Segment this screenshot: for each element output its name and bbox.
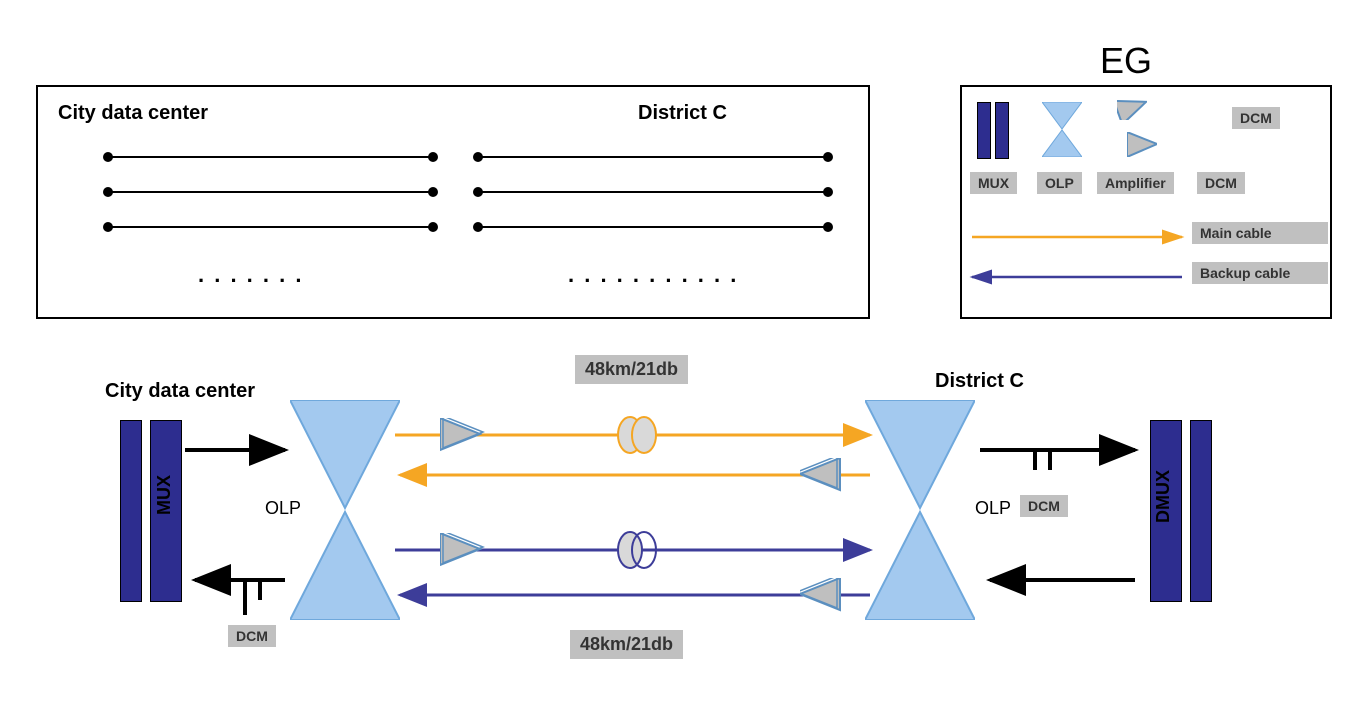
- diagram-right-label: District C: [935, 370, 1024, 393]
- olp-left-label: OLP: [265, 498, 301, 519]
- dcm-right-label: DCM: [1020, 495, 1068, 517]
- legend-amp-label: Amplifier: [1097, 172, 1174, 194]
- legend-mux-icon2: [995, 102, 1009, 159]
- diagram-left-label: City data center: [105, 380, 255, 403]
- top-box-lines: [38, 87, 868, 317]
- olp-left-icon: [290, 400, 400, 620]
- amp-main-right: [800, 458, 845, 493]
- legend-mux-icon: [977, 102, 991, 159]
- legend-dcm-top: DCM: [1232, 107, 1280, 129]
- legend-amp-icon2: [1127, 132, 1157, 157]
- amp-backup-right: [800, 578, 845, 613]
- arrow-olp-to-dmux-top: [975, 430, 1150, 470]
- top-box-right-dots: . . . . . . . . . . .: [568, 262, 738, 288]
- legend-olp-icon: [1042, 102, 1082, 157]
- legend-olp-label: OLP: [1037, 172, 1082, 194]
- legend-title: EG: [1100, 40, 1152, 82]
- dist-top-label: 48km/21db: [575, 355, 688, 384]
- amp-main-left: [440, 418, 485, 453]
- dmux-rect-right-outer: [1190, 420, 1212, 602]
- olp-right-label: OLP: [975, 498, 1011, 519]
- legend-backup-cable-label: Backup cable: [1192, 262, 1328, 284]
- legend-box: DCM MUX OLP Amplifier DCM Main cable Bac…: [960, 85, 1332, 319]
- legend-amp-icon1: [1117, 95, 1147, 120]
- dmux-label: DMUX: [1153, 470, 1174, 523]
- dist-bottom-label: 48km/21db: [570, 630, 683, 659]
- legend-dcm-bottom: DCM: [1197, 172, 1245, 194]
- mux-rect-left-outer: [120, 420, 142, 602]
- top-schematic-box: City data center District C . . . . . . …: [36, 85, 870, 319]
- top-box-left-dots: . . . . . . .: [198, 262, 303, 288]
- arrow-dmux-to-olp-bottom: [975, 560, 1150, 600]
- legend-backup-cable-line: [962, 267, 1192, 287]
- dcm-left-label: DCM: [228, 625, 276, 647]
- amp-backup-left: [440, 533, 485, 568]
- legend-mux-label: MUX: [970, 172, 1017, 194]
- mux-label: MUX: [154, 475, 175, 515]
- legend-main-cable-label: Main cable: [1192, 222, 1328, 244]
- arrow-mux-to-olp-top: [180, 430, 300, 470]
- legend-main-cable-line: [962, 227, 1192, 247]
